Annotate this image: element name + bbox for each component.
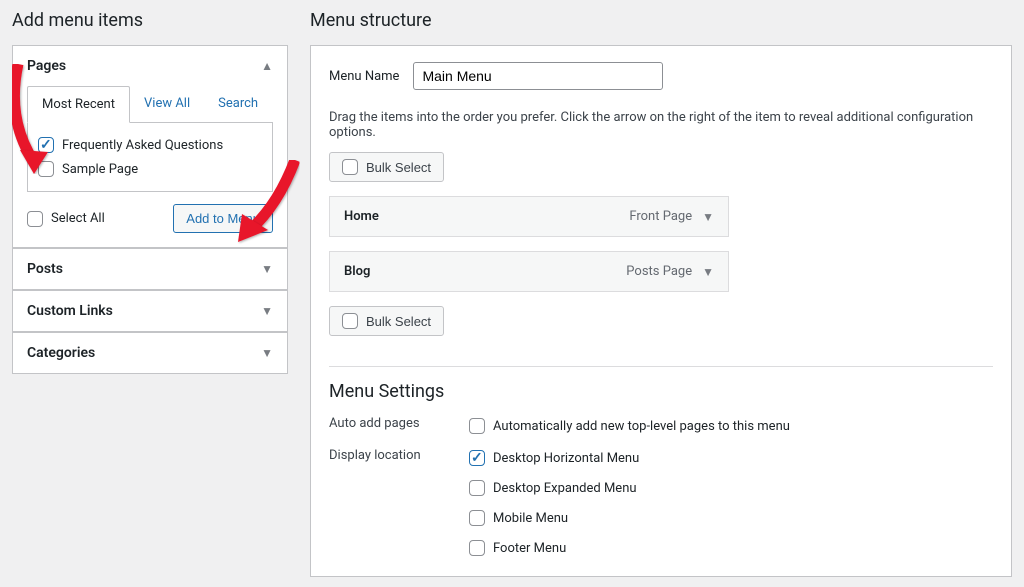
menu-structure-panel: Menu Name Drag the items into the order …	[310, 45, 1012, 577]
chevron-down-icon: ▼	[261, 346, 273, 360]
page-checkbox-faq[interactable]	[38, 137, 54, 153]
chevron-down-icon: ▼	[702, 265, 714, 279]
auto-add-checkbox[interactable]	[469, 418, 485, 434]
menu-settings-heading: Menu Settings	[329, 381, 993, 402]
chevron-down-icon: ▼	[261, 304, 273, 318]
select-all-checkbox[interactable]	[27, 211, 43, 227]
menu-name-label: Menu Name	[329, 69, 399, 84]
accordion-custom-links-label: Custom Links	[27, 303, 113, 319]
menu-item-home[interactable]: Home Front Page ▼	[329, 196, 729, 237]
add-menu-items-heading: Add menu items	[12, 10, 288, 31]
menu-structure-heading: Menu structure	[310, 10, 1012, 31]
accordion-categories-label: Categories	[27, 345, 95, 361]
accordion-categories[interactable]: Categories ▼	[13, 332, 287, 373]
menu-item-blog-type: Posts Page	[626, 264, 692, 279]
menu-item-blog-label: Blog	[344, 264, 370, 279]
loc-desktop-expanded[interactable]: Desktop Expanded Menu	[469, 476, 993, 500]
select-all-row[interactable]: Select All	[27, 207, 105, 231]
accordion-pages-label: Pages	[27, 58, 66, 74]
page-label-faq: Frequently Asked Questions	[62, 138, 223, 153]
instructions-text: Drag the items into the order you prefer…	[329, 110, 993, 140]
chevron-down-icon: ▼	[702, 210, 714, 224]
loc-desktop-horizontal-label: Desktop Horizontal Menu	[493, 451, 639, 466]
page-item-faq[interactable]: Frequently Asked Questions	[38, 133, 262, 157]
accordion-pages[interactable]: Pages ▲	[13, 46, 287, 86]
chevron-up-icon: ▲	[261, 59, 273, 73]
loc-mobile[interactable]: Mobile Menu	[469, 506, 993, 530]
loc-desktop-expanded-checkbox[interactable]	[469, 480, 485, 496]
auto-add-label: Auto add pages	[329, 414, 469, 431]
page-label-sample: Sample Page	[62, 162, 138, 177]
loc-footer-label: Footer Menu	[493, 541, 566, 556]
bulk-select-bottom-button[interactable]: Bulk Select	[329, 306, 444, 336]
loc-desktop-horizontal-checkbox[interactable]	[469, 450, 485, 466]
bulk-select-bottom-label: Bulk Select	[366, 314, 431, 329]
menu-item-home-type: Front Page	[629, 209, 692, 224]
bulk-select-top-label: Bulk Select	[366, 160, 431, 175]
loc-footer[interactable]: Footer Menu	[469, 536, 993, 560]
menu-item-blog[interactable]: Blog Posts Page ▼	[329, 251, 729, 292]
loc-desktop-horizontal[interactable]: Desktop Horizontal Menu	[469, 446, 993, 470]
bulk-select-top-button[interactable]: Bulk Select	[329, 152, 444, 182]
accordion-posts[interactable]: Posts ▼	[13, 248, 287, 290]
tab-most-recent[interactable]: Most Recent	[27, 86, 130, 123]
loc-mobile-checkbox[interactable]	[469, 510, 485, 526]
page-checkbox-sample[interactable]	[38, 161, 54, 177]
select-all-label: Select All	[51, 211, 105, 226]
add-menu-items-panel: Pages ▲ Most Recent View All Search Freq…	[12, 45, 288, 374]
bulk-select-checkbox-2	[342, 313, 358, 329]
loc-footer-checkbox[interactable]	[469, 540, 485, 556]
accordion-posts-label: Posts	[27, 261, 63, 277]
menu-item-home-label: Home	[344, 209, 379, 224]
accordion-custom-links[interactable]: Custom Links ▼	[13, 290, 287, 332]
loc-mobile-label: Mobile Menu	[493, 511, 568, 526]
auto-add-option[interactable]: Automatically add new top-level pages to…	[469, 414, 993, 438]
accordion-pages-body: Most Recent View All Search Frequently A…	[13, 86, 287, 248]
chevron-down-icon: ▼	[261, 262, 273, 276]
loc-desktop-expanded-label: Desktop Expanded Menu	[493, 481, 637, 496]
display-location-label: Display location	[329, 446, 469, 463]
tab-view-all[interactable]: View All	[130, 86, 204, 122]
auto-add-option-label: Automatically add new top-level pages to…	[493, 419, 790, 434]
add-to-menu-button[interactable]: Add to Menu	[173, 204, 273, 233]
tab-search[interactable]: Search	[204, 86, 272, 122]
page-item-sample[interactable]: Sample Page	[38, 157, 262, 181]
bulk-select-checkbox	[342, 159, 358, 175]
menu-name-input[interactable]	[413, 62, 663, 90]
